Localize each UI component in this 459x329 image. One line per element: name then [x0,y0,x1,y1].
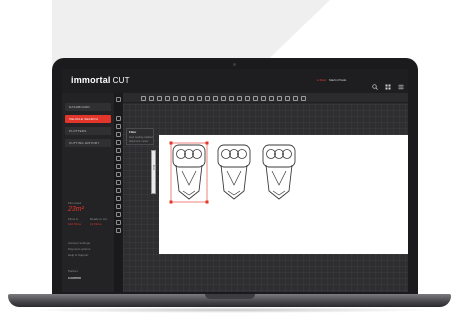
sidebar-item-plotters[interactable]: PLOTTERS [65,127,111,135]
sidebar-item-cutting-history[interactable]: CUTTING HISTORY [65,139,111,147]
scale-tool-icon[interactable] [116,132,121,137]
fit-icon[interactable] [293,96,298,101]
user-name: Martin Prado [329,78,347,82]
tool-column [114,93,123,292]
cut-side-tab[interactable]: Cut [151,150,156,194]
zoom-out-icon[interactable] [285,96,290,101]
sidebar-item-vehicle-search[interactable]: VEHICLE SEARCH [65,115,111,123]
laptop-notch [205,294,255,299]
film-used-label: Film used [68,201,82,205]
move-tool-icon[interactable] [116,116,121,121]
sidebar: DASHBOARD VEHICLE SEARCH PLOTTERS CUTTIN… [62,93,114,292]
align-left-icon[interactable] [237,96,242,101]
car-part-shape[interactable] [262,144,296,200]
app-screen: immortal CUT ● Main Martin Prado DASHBOAR… [62,69,408,292]
top-icons [372,77,404,90]
link-account-settings[interactable]: Account settings [68,241,90,245]
copy-icon[interactable] [181,96,186,101]
product-name: CUT [112,76,130,85]
cut-canvas[interactable] [159,135,408,254]
filter-panel-line: Alignment: center [129,140,149,143]
top-bar: immortal CUT ● Main Martin Prado [62,69,408,93]
search-icon[interactable] [372,77,378,90]
grid-icon[interactable] [385,77,391,90]
duplicate-icon[interactable] [197,96,202,101]
sidebar-item-dashboard[interactable]: DASHBOARD [65,103,111,111]
ready-to-cut-label: Ready to cut [90,217,107,221]
user-menu[interactable]: ● Main Martin Prado [317,78,346,82]
rotate-left-icon[interactable] [221,96,226,101]
camera-icon [233,63,236,66]
car-part-shape[interactable] [217,144,251,200]
align-right-icon[interactable] [253,96,258,101]
app-logo[interactable]: immortal CUT [71,75,130,85]
align-center-icon[interactable] [245,96,250,101]
laptop-shadow [24,307,435,313]
car-part-shape[interactable] [169,141,209,204]
menu-icon[interactable] [398,77,404,90]
films-in-label: Films in [68,217,79,221]
filter-panel[interactable]: Filter Auto nesting enabled Alignment: c… [126,128,154,145]
zoom-tool-icon[interactable] [116,212,121,217]
partner-logo: CARPRO [68,276,82,280]
cut-side-tab-label: Cut [152,165,156,170]
undo-icon[interactable] [165,96,170,101]
open-file-icon[interactable] [149,96,154,101]
distribute-icon[interactable] [261,96,266,101]
lock-icon[interactable] [116,228,121,233]
flip-vertical-icon[interactable] [213,96,218,101]
brand-name: immortal [71,75,111,85]
ungroup-tool-icon[interactable] [116,164,121,169]
link-help-support[interactable]: Help & Support [68,253,88,257]
user-status: ● Main [317,78,327,82]
flip-horizontal-icon[interactable] [205,96,210,101]
zoom-in-icon[interactable] [277,96,282,101]
align-tool-icon[interactable] [116,148,121,153]
top-toolbar [123,93,408,103]
node-tool-icon[interactable] [116,180,121,185]
ready-to-cut-value: 12 Films [90,222,102,226]
pen-tool-icon[interactable] [116,188,121,193]
text-tool-icon[interactable] [116,196,121,201]
rotate-right-icon[interactable] [229,96,234,101]
save-icon[interactable] [157,96,162,101]
nest-icon[interactable] [269,96,274,101]
partner-label: Partner [68,269,78,273]
cursor-tool-icon[interactable] [116,97,121,102]
filter-panel-line: Auto nesting enabled [129,136,153,139]
new-file-icon[interactable] [141,96,146,101]
weld-tool-icon[interactable] [116,172,121,177]
rotate-tool-icon[interactable] [116,124,121,129]
redo-icon[interactable] [173,96,178,101]
canvas-drawing [169,141,296,204]
measure-tool-icon[interactable] [116,204,121,209]
paste-icon[interactable] [189,96,194,101]
films-in-value: 122 Films [68,222,82,226]
trash-icon[interactable] [116,220,121,225]
filter-panel-title: Filter [129,130,137,134]
link-payment-options[interactable]: Payment options [68,247,90,251]
cut-icon[interactable] [301,96,306,101]
film-used-value: 23m² [68,206,84,213]
mirror-tool-icon[interactable] [116,140,121,145]
group-tool-icon[interactable] [116,156,121,161]
